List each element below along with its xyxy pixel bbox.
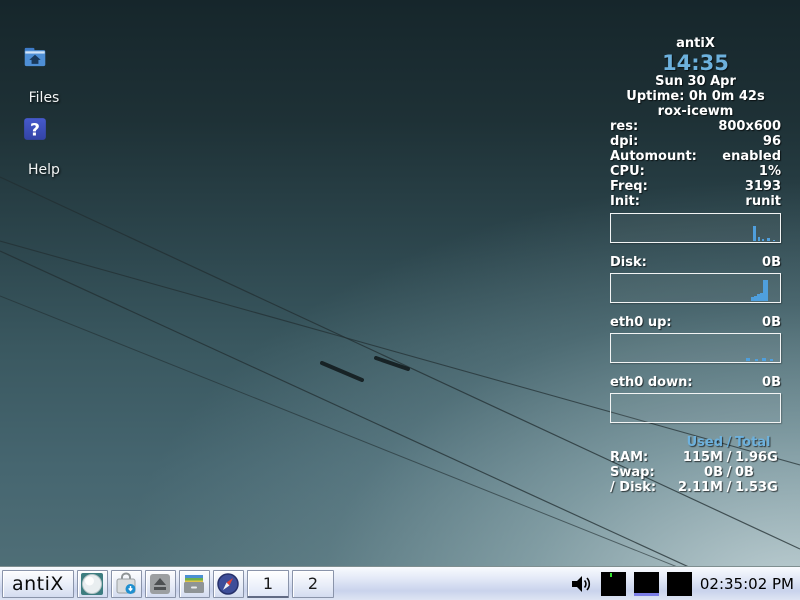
info-label: eth0 up:	[610, 315, 672, 330]
usage-header-row: Used / Total	[610, 435, 781, 450]
disk-section: Disk: 0B	[610, 255, 781, 303]
info-value: runit	[745, 194, 781, 209]
eth0-up-section: eth0 up: 0B	[610, 315, 781, 363]
folder-home-icon	[23, 45, 65, 87]
cpu-graph	[610, 213, 781, 243]
info-value: 0B	[762, 375, 781, 390]
info-label: Init:	[610, 194, 640, 209]
conky-uptime: Uptime: 0h 0m 42s	[610, 89, 781, 104]
swap-usage-row: Swap: 0B / 0B	[610, 465, 781, 480]
workspace-button-1[interactable]: 1	[247, 570, 289, 598]
conky-session: rox-icewm	[610, 104, 781, 119]
taskbar: antiX	[0, 566, 800, 600]
package-bag-icon	[114, 572, 138, 596]
desktop-icon-label: Help	[28, 162, 60, 178]
compass-browser-icon	[216, 572, 240, 596]
conky-info-row: eth0 down: 0B	[610, 375, 781, 390]
conky-system-monitor: antiX 14:35 Sun 30 Apr Uptime: 0h 0m 42s…	[610, 36, 781, 495]
conky-info-row: Init: runit	[610, 194, 781, 209]
desktop-icons: Files ? Help	[13, 45, 75, 178]
globe-icon	[80, 572, 104, 596]
conky-distro-title: antiX	[610, 36, 781, 52]
info-value: 3193	[745, 179, 781, 194]
net-monitor-applet[interactable]	[634, 572, 659, 596]
eth0-down-graph	[610, 393, 781, 423]
conky-info-row: CPU: 1%	[610, 164, 781, 179]
mem-monitor-applet[interactable]	[667, 572, 692, 596]
disk-io-graph	[610, 273, 781, 303]
question-mark-icon: ?	[23, 117, 65, 159]
net-activity-bar	[634, 593, 659, 596]
total-header: Total	[735, 435, 781, 450]
desktop-icon-files[interactable]: Files	[13, 45, 75, 106]
info-label: Freq:	[610, 179, 648, 194]
info-value: 0B	[762, 255, 781, 270]
ram-usage-row: RAM: 115M / 1.96G	[610, 450, 781, 465]
info-label: res:	[610, 119, 638, 134]
launcher-file-drawer[interactable]	[179, 570, 210, 598]
conky-info-row: dpi: 96	[610, 134, 781, 149]
info-label: Automount:	[610, 149, 697, 164]
info-value: 0B	[762, 315, 781, 330]
workspace-button-2[interactable]: 2	[292, 570, 334, 598]
svg-text:?: ?	[30, 120, 40, 140]
launcher-package-installer[interactable]	[111, 570, 142, 598]
taskbar-clock: 02:35:02 PM	[700, 575, 796, 593]
info-label: Disk:	[610, 255, 647, 270]
info-label: CPU:	[610, 164, 645, 179]
speaker-icon[interactable]	[569, 572, 593, 596]
cpu-monitor-applet[interactable]	[601, 572, 626, 596]
root-disk-usage-row: / Disk: 2.11M / 1.53G	[610, 480, 781, 495]
conky-info-row: eth0 up: 0B	[610, 315, 781, 330]
info-value: enabled	[722, 149, 781, 164]
eth0-down-section: eth0 down: 0B	[610, 375, 781, 423]
launcher-mount-eject[interactable]	[145, 570, 176, 598]
info-value: 96	[763, 134, 781, 149]
conky-clock: 14:35	[610, 52, 781, 74]
conky-info-row: Automount: enabled	[610, 149, 781, 164]
start-menu-button[interactable]: antiX	[2, 570, 74, 598]
info-value: 800x600	[718, 119, 781, 134]
conky-info-row: Disk: 0B	[610, 255, 781, 270]
info-label: dpi:	[610, 134, 638, 149]
eject-icon	[148, 572, 172, 596]
launcher-web-browser[interactable]	[213, 570, 244, 598]
taskbar-left: antiX	[0, 567, 334, 600]
memory-usage-table: Used / Total RAM: 115M / 1.96G Swap: 0B …	[610, 435, 781, 495]
cpu-activity-mark	[610, 573, 612, 577]
launcher-show-desktop[interactable]	[77, 570, 108, 598]
conky-info-row: res: 800x600	[610, 119, 781, 134]
taskbar-tray: 02:35:02 PM	[569, 572, 800, 596]
used-header: Used	[671, 435, 723, 450]
eth0-up-graph	[610, 333, 781, 363]
info-value: 1%	[759, 164, 781, 179]
info-label: eth0 down:	[610, 375, 693, 390]
file-drawer-icon	[182, 572, 206, 596]
desktop-background: Files ? Help antiX 14:35 Sun 30 Apr U	[0, 0, 800, 600]
conky-date: Sun 30 Apr	[610, 74, 781, 89]
desktop-icon-label: Files	[29, 90, 60, 106]
conky-info-row: Freq: 3193	[610, 179, 781, 194]
desktop-icon-help[interactable]: ? Help	[13, 117, 75, 178]
